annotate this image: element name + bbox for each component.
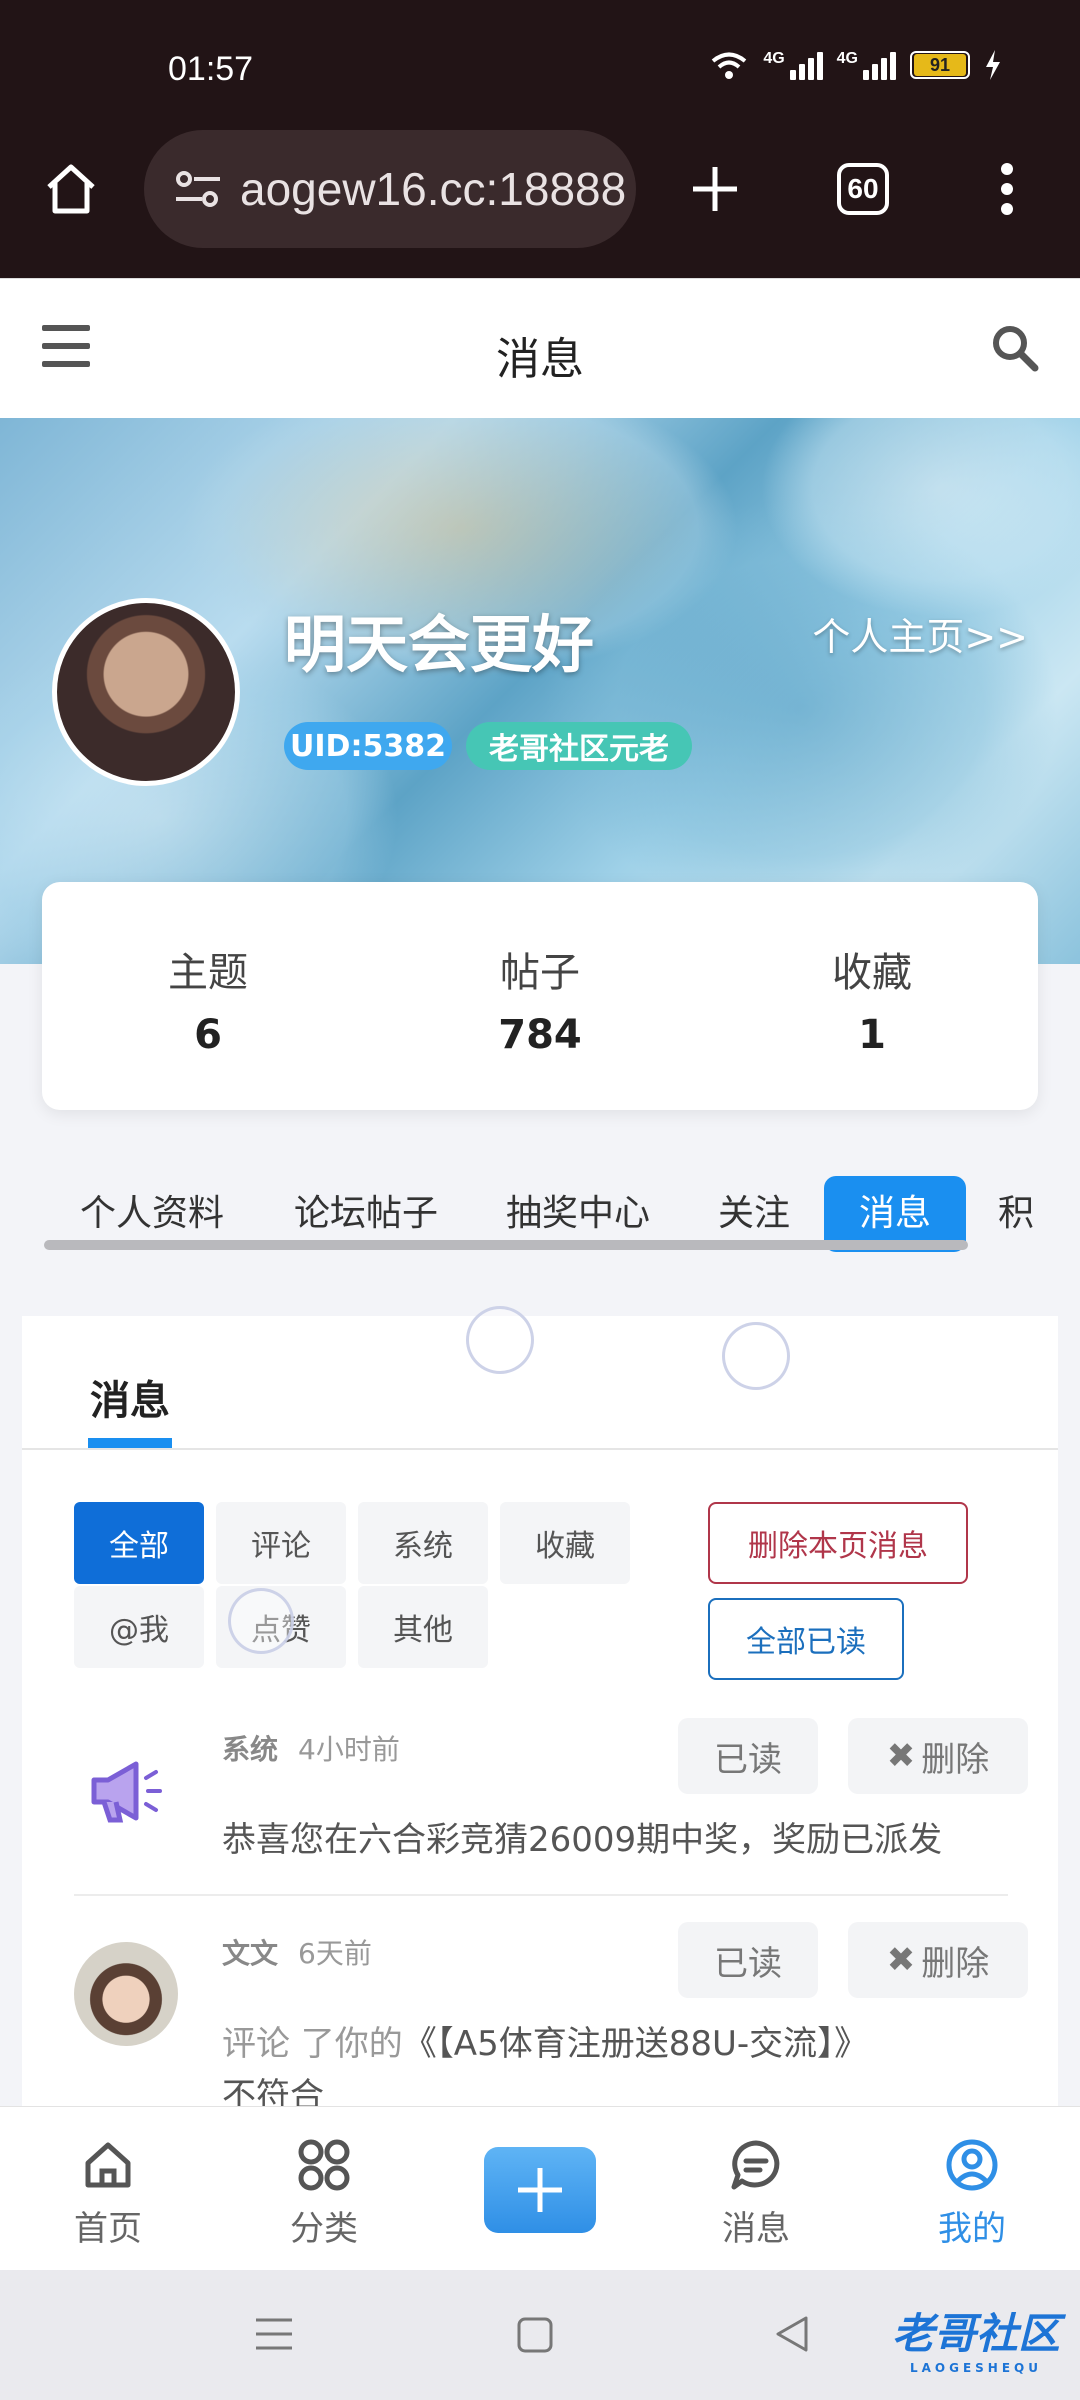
megaphone-icon [91,1761,162,1823]
loading-ring [722,1322,790,1390]
page-header: 消息 [0,278,1080,418]
loading-ring [466,1306,534,1374]
message-time: 4小时前 [298,1733,400,1766]
stat-label: 收藏 [832,950,912,996]
messages-panel: 消息 全部 评论 系统 收藏 @我 点赞 其他 删除本页消息 全部已读 系统 4小… [22,1316,1058,2116]
url-text: aogew16.cc:18888 [240,163,627,215]
stat-value: 784 [498,1012,582,1058]
tabs-button[interactable]: 60 [818,144,908,234]
stat-topics[interactable]: 主题 6 [108,940,308,1110]
watermark-name: 老哥社区 [891,2309,1060,2358]
message-meta: 文文 6天前 [222,1932,372,1972]
message-action: 评论 了你的 [222,2024,403,2064]
stat-value: 1 [858,1012,886,1058]
uid-badge: UID:5382 [284,722,452,770]
tab-points[interactable]: 积 [998,1176,1034,1252]
delete-page-button[interactable]: 删除本页消息 [708,1502,968,1584]
close-icon: ✖ [886,1940,916,1980]
stat-label: 帖子 [500,950,580,996]
home-icon [85,2142,131,2188]
close-icon: ✖ [886,1736,916,1776]
tab-count: 60 [837,163,889,215]
divider [74,1894,1008,1896]
wifi-icon [712,52,747,79]
filter-favorites[interactable]: 收藏 [500,1502,630,1584]
avatar[interactable] [74,1942,178,2046]
url-bar[interactable]: aogew16.cc:18888 [144,130,636,248]
stats-card: 主题 6 帖子 784 收藏 1 [42,882,1038,1110]
watermark-sub: LAOGESHEQU [909,2361,1042,2375]
tabs-scrollbar[interactable] [44,1240,968,1250]
mark-read-button[interactable]: 已读 [678,1718,818,1794]
browser-toolbar: aogew16.cc:18888 60 [0,130,1080,278]
loading-ring [228,1588,294,1654]
filter-system[interactable]: 系统 [358,1502,488,1584]
home-icon[interactable] [26,144,116,234]
nav-home-label: 首页 [74,2209,142,2249]
delete-label: 删除 [921,1739,990,1780]
status-icons: 4G 4G 91 [709,50,1002,80]
message-item[interactable]: 系统 4小时前 已读 ✖ 删除 恭喜您在六合彩竞猜26009期中奖，奖励已派发 [74,1718,1028,1888]
mark-all-read-button[interactable]: 全部已读 [708,1598,904,1680]
bottom-nav: 首页 分类 消息 我的 [0,2106,1080,2270]
site-settings-icon[interactable] [174,169,222,209]
message-time: 6天前 [298,1937,372,1970]
user-icon [946,2139,998,2191]
status-bar: 01:57 4G 4G 91 [0,0,1080,130]
charging-icon [986,50,1000,80]
home-button-icon[interactable] [516,2316,554,2354]
delete-message-button[interactable]: ✖ 删除 [848,1718,1028,1794]
nav-messages[interactable]: 消息 [686,2137,826,2250]
recents-icon[interactable] [254,2316,294,2352]
status-time: 01:57 [168,50,254,88]
message-item[interactable]: 文文 6天前 已读 ✖ 删除 评论 了你的《【A5体育注册送88U-交流】》 不符合 [74,1922,1028,2122]
stat-favorites[interactable]: 收藏 1 [772,940,972,1110]
page-title: 消息 [496,334,584,385]
avatar[interactable] [52,598,240,786]
message-sender: 文文 [222,1937,279,1970]
delete-label: 删除 [921,1943,990,1984]
nav-category-label: 分类 [290,2209,358,2249]
new-tab-icon[interactable] [670,144,760,234]
message-sender: 系统 [222,1733,279,1766]
mark-read-button[interactable]: 已读 [678,1922,818,1998]
grid-icon [298,2139,350,2191]
filter-others[interactable]: 其他 [358,1586,488,1668]
profile-home-link[interactable]: 个人主页>> [812,606,1028,661]
stat-value: 6 [194,1012,222,1058]
stat-posts[interactable]: 帖子 784 [440,940,640,1110]
watermark-logo: 老哥社区 LAOGESHEQU [892,2300,1060,2375]
divider [22,1448,1058,1450]
nav-mine[interactable]: 我的 [902,2137,1042,2250]
nav-mine-label: 我的 [938,2209,1006,2249]
message-text: 恭喜您在六合彩竞猜26009期中奖，奖励已派发 [222,1820,943,1860]
back-icon[interactable] [772,2314,812,2354]
username: 明天会更好 [284,608,595,681]
search-icon[interactable] [990,323,1040,373]
panel-title: 消息 [90,1378,170,1424]
stat-label: 主题 [168,950,248,996]
rank-badge: 老哥社区元老 [466,722,692,770]
message-post-link[interactable]: 《【A5体育注册送88U-交流】》 [403,2024,868,2064]
battery-icon: 91 [910,51,970,79]
message-text: 评论 了你的《【A5体育注册送88U-交流】》 [222,2016,868,2065]
message-meta: 系统 4小时前 [222,1728,400,1768]
signal-4g-icon-2: 4G [837,50,896,80]
battery-level: 91 [914,54,966,76]
panel-title-underline [88,1438,172,1448]
nav-category[interactable]: 分类 [254,2137,394,2250]
more-menu-icon[interactable] [962,144,1052,234]
filter-all[interactable]: 全部 [74,1502,204,1584]
nav-messages-label: 消息 [722,2209,790,2249]
chat-icon [731,2140,780,2190]
plus-icon [518,2168,562,2212]
create-post-button[interactable] [484,2147,596,2233]
filter-mentions[interactable]: @我 [74,1586,204,1668]
signal-4g-icon: 4G [763,50,823,80]
filter-comments[interactable]: 评论 [216,1502,346,1584]
delete-message-button[interactable]: ✖ 删除 [848,1922,1028,1998]
nav-home[interactable]: 首页 [38,2137,178,2250]
